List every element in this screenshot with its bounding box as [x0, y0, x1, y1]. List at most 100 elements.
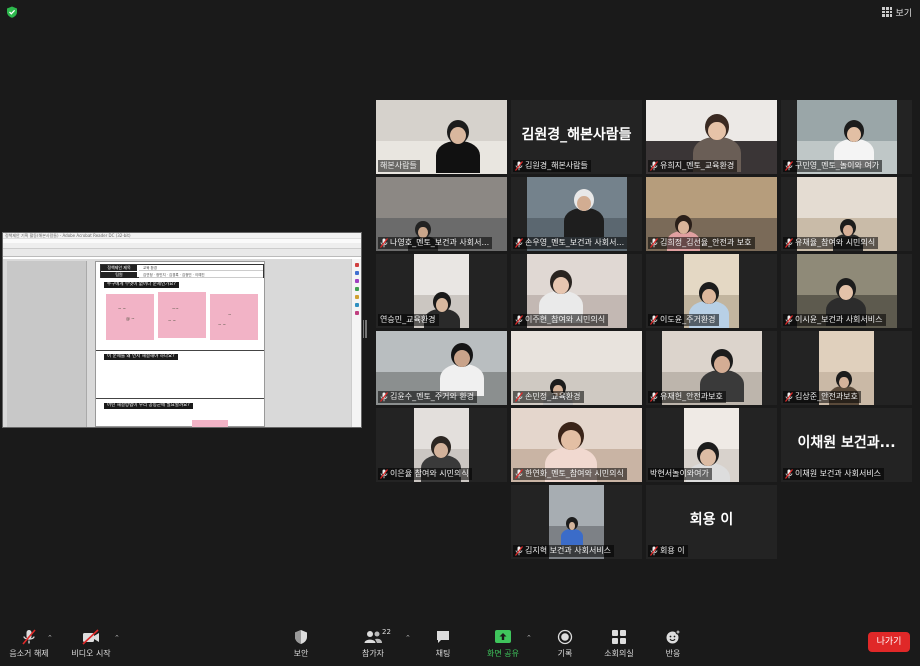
participant-tile[interactable]: 김윤수_멘토_주거와 환경 [376, 331, 507, 405]
participant-name: 연승민_교육환경 [380, 315, 436, 324]
participant-name: 김윤수_멘토_주거와 환경 [390, 392, 475, 401]
mic-muted-icon [515, 546, 523, 556]
participant-name-tag: 나영호_멘토_보건과 사회서... [378, 237, 493, 249]
participant-tile[interactable]: 이시윤_보건과 사회서비스 [781, 254, 912, 328]
view-button[interactable]: 보기 [882, 4, 912, 20]
leave-button[interactable]: 나가기 [868, 632, 910, 652]
unmute-button[interactable]: 음소거 해제 [0, 628, 64, 662]
participant-name-tag: 이도윤_주거환경 [648, 314, 719, 326]
mic-muted-icon [515, 161, 523, 171]
participant-tile[interactable]: 연승민_교육환경 [376, 254, 507, 328]
participant-name: 나영호_멘토_보건과 사회서... [390, 238, 490, 247]
doc-title-value: 교육 환경 [139, 265, 263, 271]
mic-muted-icon [650, 546, 658, 556]
smiley-plus-icon [666, 629, 681, 644]
participant-tile[interactable]: 한연화_멘토_참여와 시민의식 [511, 408, 642, 482]
participant-tile[interactable]: 김지혁 보건과 사회서비스 [511, 485, 642, 559]
participant-name-tag: 해본사람들 [378, 160, 420, 172]
participant-name-tag: 회용 이 [648, 545, 688, 557]
participant-display-name: 김원경_해본사람들 [521, 127, 632, 143]
sticky-note: ~ ~ @ ~ [106, 294, 154, 340]
participant-tile[interactable]: 회용 이 회용 이 [646, 485, 777, 559]
mic-muted-icon [380, 238, 388, 248]
participant-name: 유희지_멘토_교육환경 [660, 161, 735, 170]
participants-label: 참가자 [361, 649, 385, 658]
participant-name: 이도윤_주거환경 [660, 315, 716, 324]
participant-name-tag: 유희지_멘토_교육환경 [648, 160, 738, 172]
start-video-label: 비디오 시작 [71, 649, 111, 658]
participant-tile[interactable]: 박현서놀이와여가 [646, 408, 777, 482]
mic-muted-icon [785, 238, 793, 248]
security-label: 보안 [293, 649, 309, 658]
participant-display-name: 회용 이 [689, 512, 734, 528]
mic-muted-icon [515, 392, 523, 402]
participant-name: 박현서놀이와여가 [650, 469, 709, 478]
participant-tile[interactable]: 김원경_해본사람들 김원경_해본사람들 [511, 100, 642, 174]
participant-name: 이시윤_보건과 사회서비스 [795, 315, 883, 324]
participant-name-tag: 김상준_안전과보호 [783, 391, 861, 403]
participant-name-tag: 김원경_해본사람들 [513, 160, 591, 172]
unmute-label: 음소거 해제 [9, 649, 49, 658]
participant-name-tag: 유채율_참여와 시민의식 [783, 237, 879, 249]
participant-tile[interactable]: 이은율 참여와 시민의식 [376, 408, 507, 482]
shield-check-icon[interactable] [6, 6, 18, 18]
participant-tile[interactable]: 김희정_김선율_안전과 보호 [646, 177, 777, 251]
participant-name-tag: 박현서놀이와여가 [648, 468, 712, 480]
mic-muted-icon [515, 238, 523, 248]
shield-icon [295, 630, 307, 644]
mic-muted-icon [785, 315, 793, 325]
participant-name-tag: 김윤수_멘토_주거와 환경 [378, 391, 478, 403]
shared-toolbar-secondary [3, 249, 361, 257]
participant-tile[interactable]: 구민영_멘토_놀이와 여가 [781, 100, 912, 174]
participant-tile[interactable]: 유희지_멘토_교육환경 [646, 100, 777, 174]
mic-muted-icon [650, 161, 658, 171]
participant-name: 유재헌_안전과보호 [660, 392, 723, 401]
mic-muted-icon [650, 392, 658, 402]
breakout-rooms-icon [612, 630, 626, 644]
meeting-toolbar: 음소거 해제 ⌃ 비디오 시작 ⌃ 보안 22 참가자 ⌃ 채팅 화면 공유 ⌃… [0, 624, 920, 666]
mic-muted-icon [650, 315, 658, 325]
split-view-handle[interactable] [363, 320, 368, 338]
participant-tile[interactable]: 해본사람들 [376, 100, 507, 174]
mic-muted-icon [380, 392, 388, 402]
participant-name: 이주현_참여와 시민의식 [525, 315, 606, 324]
participant-name-tag: 이은율 참여와 시민의식 [378, 468, 472, 480]
participant-tile[interactable]: 김상준_안전과보호 [781, 331, 912, 405]
participant-tile[interactable]: 유재헌_안전과보호 [646, 331, 777, 405]
grid-icon [882, 7, 893, 17]
record-icon [557, 629, 573, 645]
participant-name-tag: 유재헌_안전과보호 [648, 391, 726, 403]
participant-tile[interactable]: 유채율_참여와 시민의식 [781, 177, 912, 251]
participant-tile[interactable]: 이채원 보건과... 이채원 보건과 사회서비스 [781, 408, 912, 482]
participant-tile[interactable]: 나영호_멘토_보건과 사회서... [376, 177, 507, 251]
participant-name-tag: 구민영_멘토_놀이와 여가 [783, 160, 883, 172]
participant-tile[interactable]: 손우영_멘토_보건과 사회서... [511, 177, 642, 251]
participant-display-name: 이채원 보건과... [797, 435, 896, 451]
mic-muted-icon [515, 315, 523, 325]
shared-document-page: 정책제안 제목 팀원 교육 환경 김연정 · 정민지 · 김경록 · 김정민 ·… [95, 261, 265, 427]
participant-name-tag: 이채원 보건과 사회서비스 [783, 468, 885, 480]
participant-name: 회용 이 [660, 546, 685, 555]
participant-name-tag: 김지혁 보건과 사회서비스 [513, 545, 615, 557]
participant-name: 구민영_멘토_놀이와 여가 [795, 161, 880, 170]
participant-tile[interactable]: 이주현_참여와 시민의식 [511, 254, 642, 328]
participant-name: 손민정_교육환경 [525, 392, 581, 401]
mic-muted-icon [22, 629, 36, 645]
reactions-button[interactable]: 반응 [638, 628, 708, 662]
audio-options-caret-icon[interactable]: ⌃ [47, 634, 53, 642]
participant-tile[interactable]: 이도윤_주거환경 [646, 254, 777, 328]
participant-name: 이은율 참여와 시민의식 [390, 469, 469, 478]
participant-name-tag: 김희정_김선율_안전과 보호 [648, 237, 755, 249]
participant-tile[interactable]: 손민정_교육환경 [511, 331, 642, 405]
participants-button[interactable]: 22 참가자 [338, 628, 408, 662]
video-options-caret-icon[interactable]: ⌃ [114, 634, 120, 642]
participant-name: 해본사람들 [380, 161, 417, 170]
shared-document-area: 정책제안 제목 팀원 교육 환경 김연정 · 정민지 · 김경록 · 김정민 ·… [3, 259, 361, 427]
participant-name: 김상준_안전과보호 [795, 392, 858, 401]
participant-name: 김희정_김선율_안전과 보호 [660, 238, 752, 247]
security-button[interactable]: 보안 [266, 628, 336, 662]
doc-question-3: 어떤 해결방법이 우리 공동군에 필요할까요? [104, 403, 193, 409]
sticky-note: ~~ ~ ~ [158, 292, 206, 338]
video-off-icon [82, 629, 99, 645]
participants-count: 22 [382, 628, 391, 636]
